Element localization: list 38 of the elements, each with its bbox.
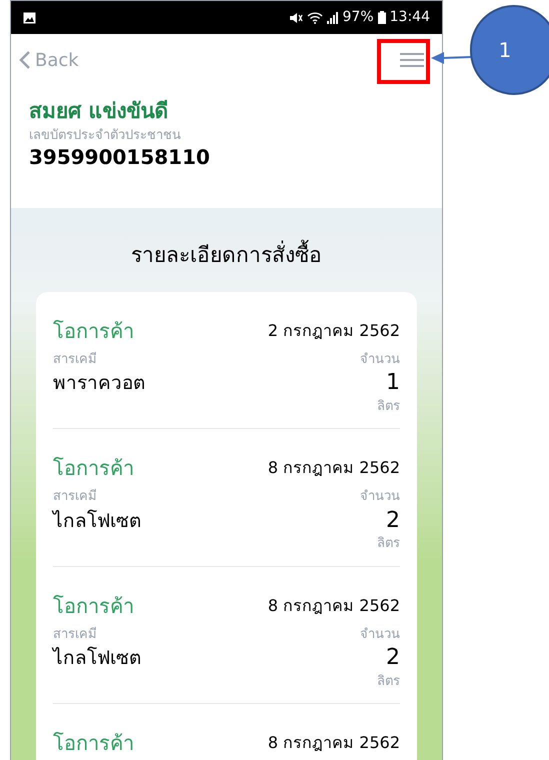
mute-icon [288, 12, 303, 24]
chemical-label: สารเคมี [53, 350, 98, 368]
section-title: รายละเอียดการสั่งซื้อ [131, 240, 322, 272]
wifi-icon [306, 12, 323, 24]
amount-value: 2 [386, 644, 400, 672]
unit-label: ลิตร [377, 398, 400, 416]
customer-name: สมยศ แข่งขันดี [29, 98, 170, 124]
id-label: เลขบัตรประจำตัวประชาชน [29, 128, 182, 144]
clock-time: 13:44 [390, 8, 430, 27]
shop-name: โอการค้า [53, 592, 134, 620]
battery-icon [378, 11, 386, 24]
amount-label: จำนวน [360, 350, 400, 368]
amount-value: 2 [386, 506, 400, 534]
chemical-label: สารเคมี [53, 626, 98, 644]
chemical-label: สารเคมี [53, 488, 98, 506]
chemical-name: ไกลโฟเซต [53, 508, 141, 534]
back-chevron-icon [19, 50, 31, 70]
amount-value: 1 [386, 369, 400, 396]
amount-label: จำนวน [360, 488, 400, 506]
signal-icon [326, 12, 339, 24]
unit-label: ลิตร [377, 672, 400, 690]
amount-label: จำนวน [360, 626, 400, 644]
back-button[interactable]: Back [19, 46, 79, 74]
chemical-name: ไกลโฟเซต [53, 646, 141, 671]
shop-name: โอการค้า [53, 455, 134, 482]
id-number: 3959900158110 [29, 144, 211, 170]
order-date: 8 กรกฎาคม 2562 [268, 457, 400, 479]
highlight-frame [377, 39, 430, 84]
order-date: 2 กรกฎาคม 2562 [268, 320, 400, 342]
order-date: 8 กรกฎาคม 2562 [268, 594, 400, 616]
unit-label: ลิตร [377, 535, 400, 553]
battery-percent: 97% [342, 8, 374, 27]
image-icon [23, 12, 36, 24]
arrow-icon [431, 51, 471, 65]
shop-name: โอการค้า [53, 318, 134, 344]
shop-name: โอการค้า [53, 730, 134, 757]
order-date: 8 กรกฎาคม 2562 [268, 732, 400, 754]
chemical-name: พาราควอต [53, 371, 145, 396]
